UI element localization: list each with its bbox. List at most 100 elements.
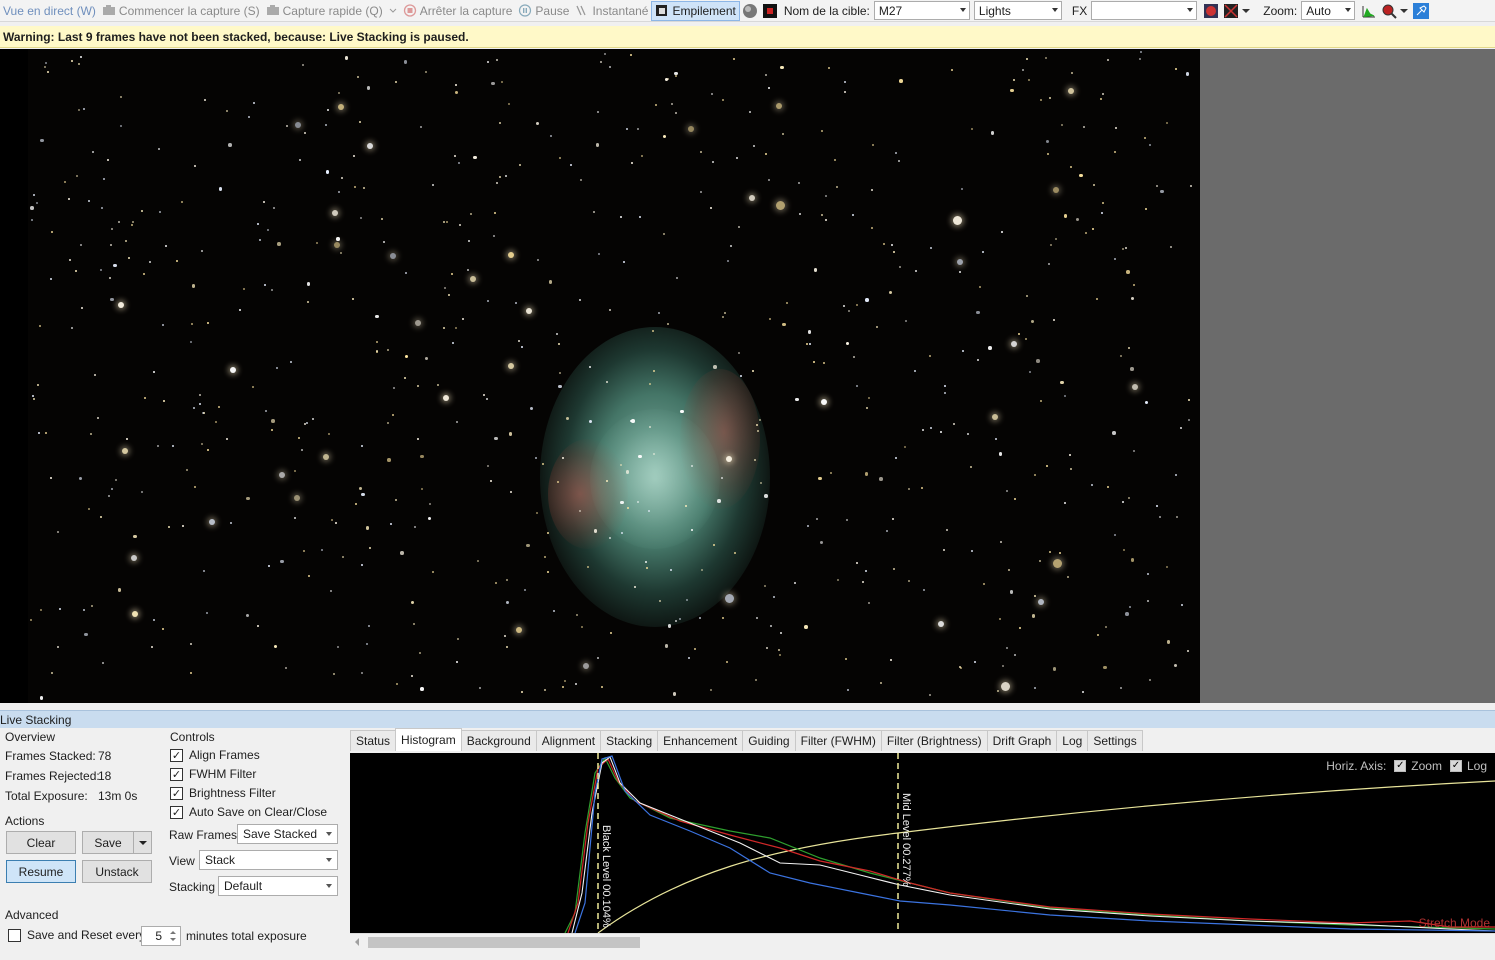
scroll-left-icon[interactable] (355, 938, 359, 946)
tab-background[interactable]: Background (460, 730, 537, 751)
star (740, 374, 743, 377)
zoom-checkbox[interactable]: ✓ (1394, 760, 1407, 772)
save-button[interactable]: Save (82, 831, 134, 854)
save-reset-stepper[interactable]: 5 (141, 926, 181, 946)
histogram-scrollbar[interactable] (350, 933, 1495, 950)
star (462, 317, 464, 320)
save-dropdown-button[interactable] (133, 831, 152, 854)
stacking-button[interactable]: Empilement (651, 0, 740, 21)
checkbox-box[interactable] (8, 928, 21, 942)
star (431, 184, 434, 187)
star (149, 261, 152, 264)
log-checkbox[interactable]: ✓ (1449, 760, 1462, 772)
horiz-axis-controls: Horiz. Axis: ✓ Zoom ✓ Log (1326, 759, 1487, 773)
clear-button[interactable]: Clear (6, 831, 76, 854)
scrollbar-thumb[interactable] (368, 937, 640, 948)
hot-pixel-icon[interactable] (762, 3, 778, 19)
chevron-down-icon (326, 884, 332, 888)
star (722, 99, 725, 102)
star (760, 481, 763, 484)
tab-filter-fwhm[interactable]: Filter (FWHM) (794, 730, 882, 751)
star (360, 216, 363, 219)
star (526, 543, 530, 548)
start-capture-button[interactable]: Commencer la capture (S) (99, 1, 263, 21)
zoom-icon[interactable] (1381, 3, 1397, 19)
overlay-icon[interactable] (1203, 3, 1219, 19)
star (286, 125, 289, 128)
star (994, 438, 997, 441)
histogram-plot[interactable]: Black Level 00.104% Mid Level 00.277% Ho… (350, 753, 1495, 933)
tab-histogram[interactable]: Histogram (395, 728, 462, 751)
save-reset-checkbox[interactable]: Save and Reset every (8, 928, 145, 942)
unstack-button[interactable]: Unstack (82, 860, 152, 883)
stacking-select[interactable]: Default (218, 876, 338, 896)
star (638, 454, 642, 459)
star (992, 413, 999, 420)
tab-alignment[interactable]: Alignment (535, 730, 602, 751)
sphere-icon[interactable] (742, 3, 758, 19)
star (535, 121, 540, 126)
frame-type-combo[interactable]: Lights (973, 1, 1062, 20)
star (674, 75, 677, 78)
check-icon[interactable]: ✓ (170, 786, 183, 800)
tab-settings[interactable]: Settings (1087, 730, 1143, 751)
total-exposure-label: Total Exposure: (5, 789, 88, 803)
star (419, 652, 422, 655)
check-icon[interactable]: ✓ (170, 767, 183, 781)
chevron-down-icon[interactable] (389, 8, 397, 14)
chevron-down-icon[interactable] (1399, 7, 1409, 15)
pin-icon[interactable] (1413, 2, 1430, 19)
star (967, 432, 970, 435)
tab-drift-graph[interactable]: Drift Graph (986, 730, 1058, 751)
stepper-arrows-icon[interactable] (168, 928, 178, 944)
star (620, 500, 624, 505)
quick-capture-button[interactable]: Capture rapide (Q) (263, 1, 400, 21)
star (454, 90, 459, 95)
stop-capture-button[interactable]: Arrêter la capture (400, 1, 516, 21)
cross-overlay-icon[interactable] (1223, 3, 1239, 19)
tab-stacking[interactable]: Stacking (600, 730, 659, 751)
star (974, 661, 977, 664)
zoom-combo[interactable]: Auto (1301, 1, 1356, 20)
star (1036, 359, 1040, 363)
chevron-down-icon[interactable] (1241, 7, 1251, 15)
resume-button[interactable]: Resume (6, 860, 76, 883)
star (1102, 202, 1105, 205)
brightness-filter-checkbox[interactable]: ✓ Brightness Filter (170, 786, 276, 800)
star (897, 159, 900, 162)
align-frames-checkbox[interactable]: ✓ Align Frames (170, 748, 260, 762)
live-view-button[interactable]: Vue en direct (W) (0, 1, 99, 21)
auto-save-checkbox[interactable]: ✓ Auto Save on Clear/Close (170, 805, 327, 819)
view-select[interactable]: Stack (199, 850, 338, 870)
astro-image[interactable] (0, 49, 1200, 703)
image-viewer[interactable] (0, 49, 1495, 703)
star (131, 224, 134, 227)
star (458, 162, 461, 165)
tab-status[interactable]: Status (350, 730, 397, 751)
stretch-mode-label[interactable]: Stretch Mode (1419, 916, 1490, 930)
histogram-icon[interactable] (1361, 3, 1377, 19)
fwhm-filter-checkbox[interactable]: ✓ FWHM Filter (170, 767, 256, 781)
star (914, 369, 917, 372)
star (1156, 504, 1159, 507)
snapshot-button[interactable]: Instantané (572, 1, 651, 21)
star (676, 276, 679, 279)
raw-frames-select[interactable]: Save Stacked (237, 824, 338, 844)
fx-combo[interactable] (1091, 1, 1198, 20)
chevron-down-icon (138, 840, 147, 845)
star (280, 559, 284, 564)
pause-button[interactable]: Pause (515, 1, 572, 21)
check-icon[interactable]: ✓ (170, 748, 183, 762)
target-name-combo[interactable]: M27 (873, 1, 970, 20)
check-icon[interactable]: ✓ (170, 805, 183, 819)
star (217, 405, 220, 408)
tab-filter-brightness[interactable]: Filter (Brightness) (880, 730, 988, 751)
tab-enhancement[interactable]: Enhancement (657, 730, 744, 751)
tab-guiding[interactable]: Guiding (742, 730, 796, 751)
star (546, 570, 549, 573)
tab-log[interactable]: Log (1056, 730, 1089, 751)
star (766, 647, 769, 650)
star (891, 244, 894, 247)
star (1128, 605, 1131, 608)
star (749, 110, 752, 113)
